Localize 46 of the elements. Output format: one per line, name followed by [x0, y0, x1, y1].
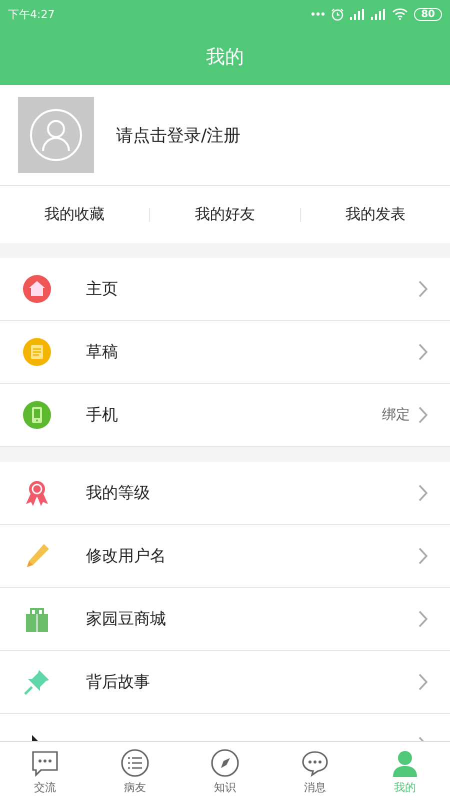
- chevron-icon: [418, 484, 428, 502]
- chevron-icon: [418, 406, 428, 424]
- signal-icon: [350, 8, 366, 20]
- chevron-icon: [418, 280, 428, 298]
- tab[interactable]: 消息: [270, 742, 360, 800]
- menu-item[interactable]: 家园豆商城: [0, 588, 450, 651]
- menu-label: 草稿: [86, 342, 119, 362]
- chevron-icon: [418, 673, 428, 691]
- chevron-icon: [418, 610, 428, 628]
- battery-level: 80: [414, 8, 442, 20]
- pushpin-icon: [22, 667, 52, 697]
- alarm-icon: [331, 8, 344, 20]
- quick-link[interactable]: 我的好友: [194, 205, 255, 224]
- signal-icon: [371, 8, 386, 20]
- phone-icon: [22, 400, 52, 430]
- list-icon: [120, 748, 150, 778]
- quick-link[interactable]: 我的收藏: [44, 205, 105, 224]
- chevron-icon: [418, 343, 428, 361]
- menu-label: 修改用户名: [86, 546, 167, 566]
- menu-item[interactable]: 背后故事: [0, 651, 450, 714]
- menu-item[interactable]: 手机 绑定: [0, 384, 450, 447]
- menu-label: 背后故事: [86, 672, 151, 692]
- compass-icon: [210, 748, 240, 778]
- page-title: 我的: [206, 44, 244, 70]
- user-icon: [29, 108, 83, 162]
- wifi-icon: [392, 8, 408, 20]
- menu-value: 绑定: [382, 406, 410, 424]
- tab[interactable]: 知识: [180, 742, 270, 800]
- tab[interactable]: 交流: [0, 742, 90, 800]
- menu-label: 家园豆商城: [86, 608, 167, 630]
- tab[interactable]: 病友: [90, 742, 180, 800]
- login-link[interactable]: 请点击登录/注册: [116, 124, 241, 146]
- avatar[interactable]: [18, 97, 94, 173]
- menu-item[interactable]: 修改用户名: [0, 525, 450, 588]
- status-time: 下午4:27: [8, 6, 55, 22]
- chevron-icon: [418, 547, 428, 565]
- quick-link[interactable]: 我的发表: [345, 205, 406, 224]
- menu-label: 手机: [86, 404, 119, 426]
- more-icon: [311, 12, 326, 16]
- menu-item[interactable]: 草稿: [0, 321, 450, 384]
- home-icon: [22, 274, 52, 304]
- menu-item[interactable]: 我的等级: [0, 462, 450, 525]
- note-icon: [22, 337, 52, 367]
- menu-label: 主页: [86, 278, 119, 300]
- menu-item[interactable]: 主页: [0, 258, 450, 321]
- menu-label: 我的等级: [86, 482, 151, 504]
